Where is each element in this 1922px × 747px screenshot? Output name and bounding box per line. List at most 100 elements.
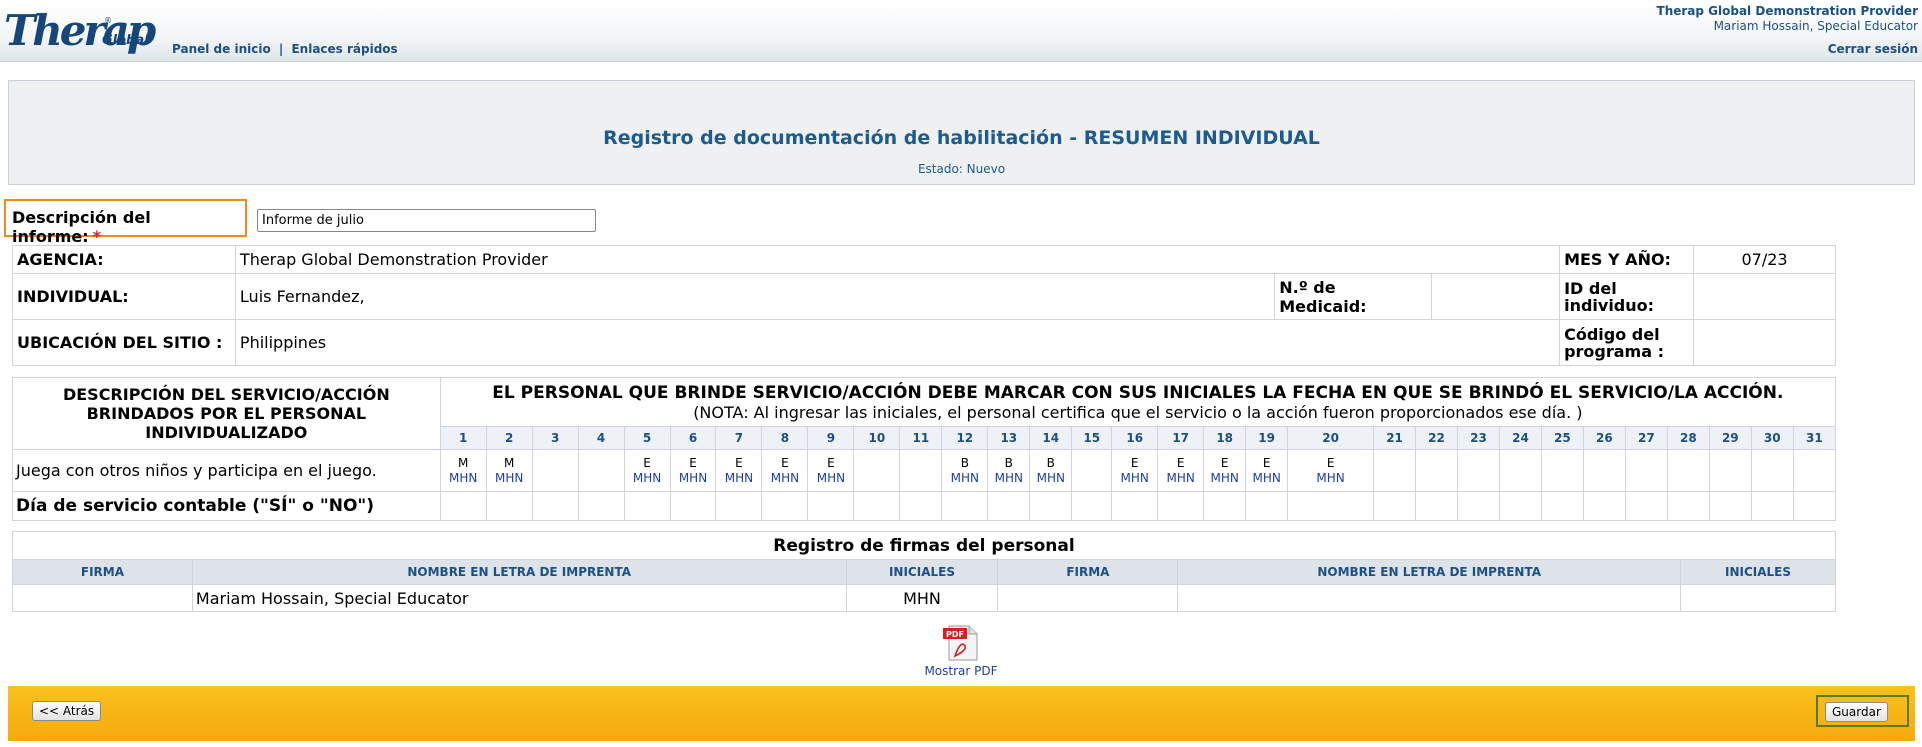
day-cell-5[interactable]: E MHN (623, 449, 671, 492)
day-initials: MHN (1036, 470, 1065, 485)
countable-cell-14[interactable] (1029, 491, 1073, 521)
day-cell-16[interactable]: E MHN (1111, 449, 1159, 492)
day-mark: E (1130, 455, 1139, 470)
day-cell-11[interactable] (899, 449, 943, 492)
individual-id-label: ID del individuo: (1559, 273, 1695, 320)
countable-cell-21[interactable] (1373, 491, 1417, 521)
logout-link[interactable]: Cerrar sesión (1828, 42, 1918, 56)
day-cell-18[interactable]: E MHN (1203, 449, 1247, 492)
countable-cell-28[interactable] (1666, 491, 1710, 521)
day-header-20: 20 (1287, 426, 1375, 450)
report-description-input[interactable] (257, 209, 596, 232)
day-cell-19[interactable]: E MHN (1245, 449, 1289, 492)
countable-cell-2[interactable] (485, 491, 533, 521)
day-mark: E (735, 455, 743, 470)
day-cell-9[interactable]: E MHN (807, 449, 855, 492)
day-cell-12[interactable]: B MHN (941, 449, 989, 492)
user-name: Mariam Hossain, Special Educator (1713, 19, 1918, 33)
countable-cell-11[interactable] (899, 491, 943, 521)
nav-separator: | (278, 42, 284, 56)
pdf-icon[interactable]: PDF (941, 624, 981, 662)
day-cell-1[interactable]: M MHN (439, 449, 487, 492)
countable-cell-3[interactable] (531, 491, 579, 521)
countable-cell-31[interactable] (1792, 491, 1837, 521)
countable-cell-17[interactable] (1157, 491, 1205, 521)
day-cell-27[interactable] (1624, 449, 1668, 492)
medicaid-value (1431, 273, 1561, 320)
nav-home-link[interactable]: Panel de inicio (172, 42, 271, 56)
instructions-note: EL PERSONAL QUE BRINDE SERVICIO/ACCIÓN D… (439, 377, 1837, 427)
day-cell-17[interactable]: E MHN (1157, 449, 1205, 492)
info-table: AGENCIA: Therap Global Demonstration Pro… (12, 245, 1836, 366)
account-info: Therap Global Demonstration Provider Mar… (1657, 4, 1918, 34)
day-header-19: 19 (1245, 426, 1289, 450)
countable-cell-23[interactable] (1457, 491, 1500, 521)
medicaid-label: N.º de Medicaid: (1274, 273, 1433, 320)
day-cell-6[interactable]: E MHN (669, 449, 717, 492)
day-cell-7[interactable]: E MHN (715, 449, 763, 492)
day-mark: E (827, 455, 835, 470)
countable-cell-4[interactable] (577, 491, 625, 521)
countable-cell-19[interactable] (1245, 491, 1289, 521)
day-cell-13[interactable]: B MHN (987, 449, 1031, 492)
day-cell-15[interactable] (1071, 449, 1113, 492)
day-cell-23[interactable] (1457, 449, 1500, 492)
show-pdf-link[interactable]: PDF Mostrar PDF (921, 624, 1001, 678)
day-cell-20[interactable]: E MHN (1287, 449, 1375, 492)
day-cell-2[interactable]: M MHN (485, 449, 533, 492)
countable-cell-20[interactable] (1287, 491, 1375, 521)
day-cell-21[interactable] (1373, 449, 1417, 492)
day-cell-31[interactable] (1792, 449, 1837, 492)
countable-cell-9[interactable] (807, 491, 855, 521)
countable-cell-1[interactable] (439, 491, 487, 521)
countable-cell-22[interactable] (1415, 491, 1459, 521)
countable-cell-16[interactable] (1111, 491, 1159, 521)
day-cell-25[interactable] (1540, 449, 1584, 492)
day-initials: MHN (994, 470, 1023, 485)
countable-cell-15[interactable] (1071, 491, 1113, 521)
countable-cell-10[interactable] (853, 491, 901, 521)
day-cell-26[interactable] (1582, 449, 1626, 492)
day-initials: MHN (1252, 470, 1281, 485)
therap-logo[interactable]: Therap ® Global (4, 6, 156, 56)
day-cell-4[interactable] (577, 449, 625, 492)
day-header-5: 5 (623, 426, 671, 450)
countable-cell-12[interactable] (941, 491, 989, 521)
countable-cell-7[interactable] (715, 491, 763, 521)
signature-cell (12, 584, 193, 612)
countable-cell-30[interactable] (1750, 491, 1794, 521)
day-header-21: 21 (1373, 426, 1417, 450)
day-cell-30[interactable] (1750, 449, 1794, 492)
countable-cell-6[interactable] (669, 491, 717, 521)
day-header-30: 30 (1750, 426, 1794, 450)
countable-cell-13[interactable] (987, 491, 1031, 521)
day-cell-3[interactable] (531, 449, 579, 492)
countable-cell-25[interactable] (1540, 491, 1584, 521)
day-cell-29[interactable] (1708, 449, 1752, 492)
countable-cell-8[interactable] (761, 491, 809, 521)
countable-cell-29[interactable] (1708, 491, 1752, 521)
countable-cell-26[interactable] (1582, 491, 1626, 521)
individual-value: Luis Fernandez, (234, 273, 1276, 320)
day-cell-14[interactable]: B MHN (1029, 449, 1073, 492)
day-cell-22[interactable] (1415, 449, 1459, 492)
countable-cell-24[interactable] (1498, 491, 1542, 521)
countable-cell-27[interactable] (1624, 491, 1668, 521)
initials-cell-2 (1680, 584, 1836, 612)
save-button-highlight: Guardar (1816, 695, 1909, 727)
day-cell-24[interactable] (1498, 449, 1542, 492)
day-mark: E (1262, 455, 1271, 470)
countable-cell-5[interactable] (623, 491, 671, 521)
save-button[interactable]: Guardar (1825, 702, 1888, 722)
show-pdf-label[interactable]: Mostrar PDF (921, 664, 1001, 678)
back-button[interactable]: << Atrás (32, 701, 102, 721)
day-cell-10[interactable] (853, 449, 901, 492)
day-cell-28[interactable] (1666, 449, 1710, 492)
service-row-label: Juega con otros niños y participa en el … (12, 449, 441, 492)
nav-quick-links[interactable]: Enlaces rápidos (291, 42, 397, 56)
day-cell-8[interactable]: E MHN (761, 449, 809, 492)
day-mark: B (1004, 455, 1013, 470)
top-nav: Panel de inicio | Enlaces rápidos (172, 42, 398, 56)
day-mark: E (1176, 455, 1185, 470)
countable-cell-18[interactable] (1203, 491, 1247, 521)
